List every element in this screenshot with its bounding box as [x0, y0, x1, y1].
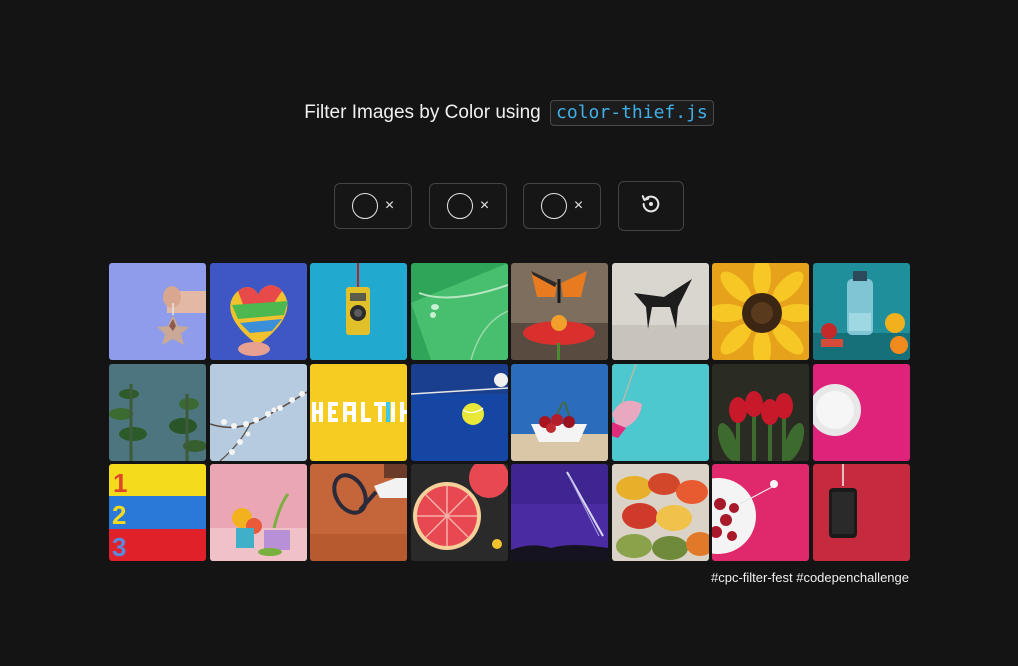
gallery-image-star-ornament[interactable] [109, 263, 206, 360]
gallery-image-white-plate[interactable] [813, 364, 910, 461]
gallery-image-health-letters[interactable] [310, 364, 407, 461]
title-text: Filter Images by Color using [304, 102, 541, 123]
gallery-image-tennis-ball[interactable] [411, 364, 508, 461]
remove-icon[interactable]: × [574, 198, 583, 214]
svg-text:2: 2 [112, 500, 126, 530]
gallery-image-green-leaf[interactable] [411, 263, 508, 360]
gallery-image-tennis-player[interactable] [310, 464, 407, 561]
gallery-image-numbers[interactable]: 1 2 3 [109, 464, 206, 561]
gallery-image-succulent[interactable] [109, 364, 206, 461]
library-code-label: color-thief.js [550, 100, 714, 126]
empty-swatch-circle [446, 193, 473, 219]
color-filter-slot-1[interactable]: × [334, 183, 412, 229]
gallery-image-yellow-camera[interactable] [310, 263, 407, 360]
remove-icon[interactable]: × [480, 198, 489, 214]
reset-icon [640, 193, 662, 220]
gallery-image-phone[interactable] [813, 464, 910, 561]
color-filter-slot-3[interactable]: × [523, 183, 601, 229]
gallery-image-water-bottle[interactable] [813, 263, 910, 360]
reset-button[interactable] [618, 181, 684, 231]
gallery-image-rainbow-heart[interactable] [210, 263, 307, 360]
gallery-image-night-sky[interactable] [511, 464, 608, 561]
gallery-image-blossoms[interactable] [210, 364, 307, 461]
image-gallery: 1 2 3 [109, 263, 910, 561]
remove-icon[interactable]: × [385, 198, 394, 214]
page-title: Filter Images by Color using color-thief… [0, 100, 1018, 126]
gallery-image-cherries[interactable] [511, 364, 608, 461]
gallery-image-pasta-nests[interactable] [612, 464, 709, 561]
gallery-image-tulips[interactable] [712, 364, 809, 461]
empty-swatch-circle [351, 193, 378, 219]
color-filter-slot-2[interactable]: × [429, 183, 507, 229]
gallery-image-sunflower[interactable] [712, 263, 809, 360]
svg-text:1: 1 [113, 468, 127, 498]
gallery-image-pastel-still-life[interactable] [210, 464, 307, 561]
gallery-image-butterfly[interactable] [511, 263, 608, 360]
hashtag-footer: #cpc-filter-fest #codepenchallenge [710, 570, 909, 585]
gallery-image-grapefruit[interactable] [411, 464, 508, 561]
gallery-image-raspberries[interactable] [712, 464, 809, 561]
empty-swatch-circle [540, 193, 567, 219]
color-filter-bar: × × × [0, 181, 1018, 231]
svg-text:3: 3 [112, 532, 126, 561]
gallery-image-sculpture[interactable] [612, 263, 709, 360]
gallery-image-gift-tag[interactable] [612, 364, 709, 461]
